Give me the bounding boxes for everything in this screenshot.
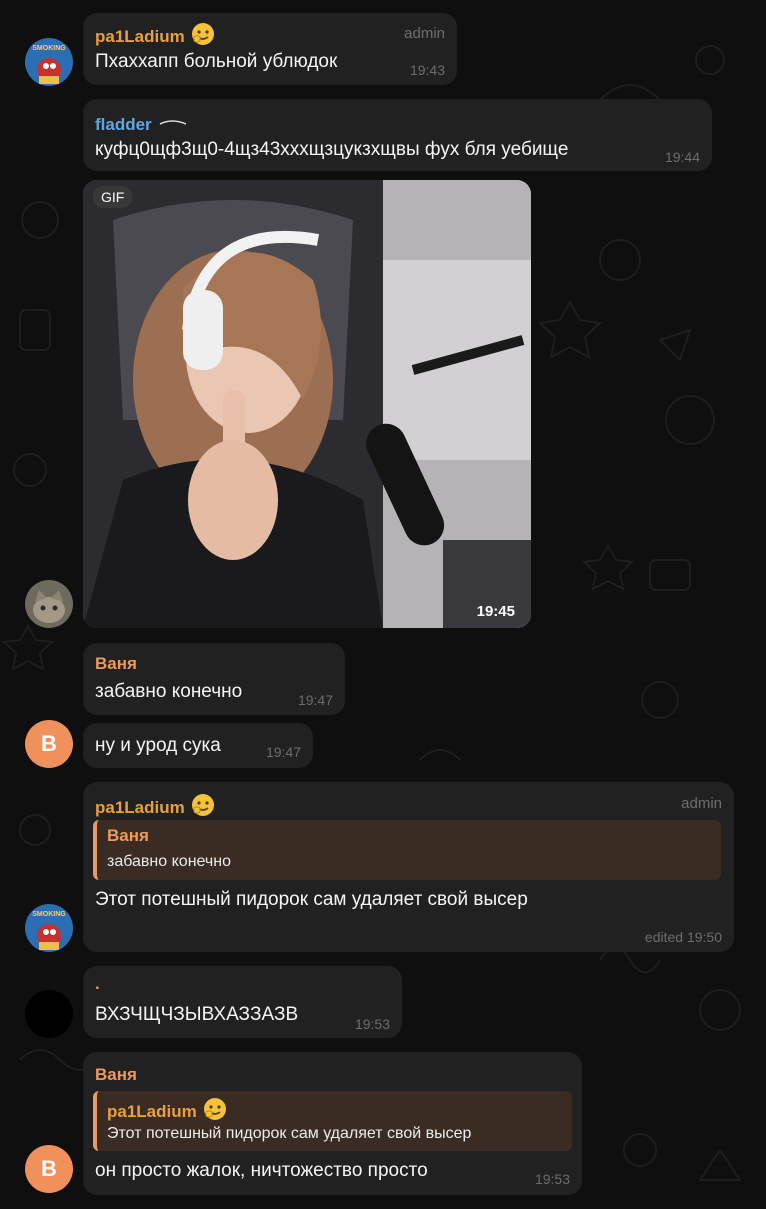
smoking-avatar-icon: SMOKING <box>25 38 73 86</box>
reply-sender-name: Ваня <box>107 826 149 845</box>
sender-name[interactable]: Ваня <box>95 654 137 674</box>
avatar-pa1ladium[interactable]: SMOKING <box>25 38 73 86</box>
reply-preview[interactable]: Ваня забавно конечно <box>93 820 721 880</box>
avatar-vanya[interactable]: В <box>25 1145 73 1193</box>
reply-text: забавно конечно <box>107 853 231 870</box>
reply-sender-name: pa1Ladium <box>107 1097 227 1122</box>
message-text: он просто жалок, ничтожество просто <box>95 1160 428 1181</box>
message-text: куфц0щф3щ0-4щз43хххщзцукзхщвы фух бля уе… <box>95 139 569 160</box>
sender-name[interactable]: . <box>95 974 100 994</box>
message-time: 19:45 <box>476 603 515 620</box>
avatar-cat[interactable] <box>25 580 73 628</box>
svg-text:SMOKING: SMOKING <box>32 911 66 918</box>
message-time: 19:44 <box>664 149 700 165</box>
cat-avatar-icon <box>25 580 73 628</box>
message-time: 19:47 <box>265 744 301 760</box>
emoji-status-icon <box>191 23 214 45</box>
message-bubble[interactable]: . ВХЗЧЩЧЗЫВХАЗЗАЗВ 19:53 <box>83 966 402 1038</box>
message-bubble[interactable]: pa1Ladium admin Пхаххапп больной ублюдок… <box>83 13 457 85</box>
sender-name[interactable]: pa1Ladium <box>95 793 215 818</box>
message-text: ну и урод сука <box>95 735 221 756</box>
svg-text:SMOKING: SMOKING <box>32 45 66 52</box>
reply-preview[interactable]: pa1Ladium Этот потешный пидорок сам удал… <box>93 1091 572 1151</box>
sender-name[interactable]: Ваня <box>95 1065 137 1085</box>
message-time: 19:43 <box>409 62 445 78</box>
avatar-pa1ladium[interactable]: SMOKING <box>25 904 73 952</box>
gif-badge: GIF <box>93 186 133 208</box>
message-time: edited 19:50 <box>644 929 722 945</box>
message-time: 19:47 <box>297 692 333 708</box>
message-bubble[interactable]: ну и урод сука 19:47 <box>83 723 313 768</box>
message-bubble[interactable]: Ваня pa1Ladium Этот потешный пидорок сам… <box>83 1052 582 1195</box>
message-text: ВХЗЧЩЧЗЫВХАЗЗАЗВ <box>95 1004 299 1025</box>
smoking-avatar-icon: SMOKING <box>25 904 73 952</box>
message-bubble[interactable]: pa1Ladium admin Ваня забавно конечно Это… <box>83 782 734 952</box>
admin-badge: admin <box>681 795 722 812</box>
emoji-status-icon <box>203 1098 226 1120</box>
gif-media[interactable]: GIF 19:45 <box>83 180 531 628</box>
sender-name[interactable]: pa1Ladium <box>95 22 215 47</box>
message-bubble[interactable]: fladder куфц0щф3щ0-4щз43хххщзцукзхщвы фу… <box>83 99 712 171</box>
message-text: Пхаххапп больной ублюдок <box>95 51 338 72</box>
gif-preview-image <box>83 180 531 628</box>
message-text: Этот потешный пидорок сам удаляет свой в… <box>95 889 528 910</box>
message-text: забавно конечно <box>95 681 243 702</box>
message-bubble[interactable]: Ваня забавно конечно 19:47 <box>83 643 345 715</box>
avatar-vanya[interactable]: В <box>25 720 73 768</box>
message-time: 19:53 <box>534 1171 570 1187</box>
message-time: 19:53 <box>354 1016 390 1032</box>
avatar-dot-user[interactable] <box>25 990 73 1038</box>
reply-text: Этот потешный пидорок сам удаляет свой в… <box>107 1125 472 1142</box>
sender-name[interactable]: fladder <box>95 110 188 135</box>
emoji-status-icon <box>191 794 214 816</box>
admin-badge: admin <box>404 25 445 42</box>
emoji-status-icon <box>159 120 187 125</box>
